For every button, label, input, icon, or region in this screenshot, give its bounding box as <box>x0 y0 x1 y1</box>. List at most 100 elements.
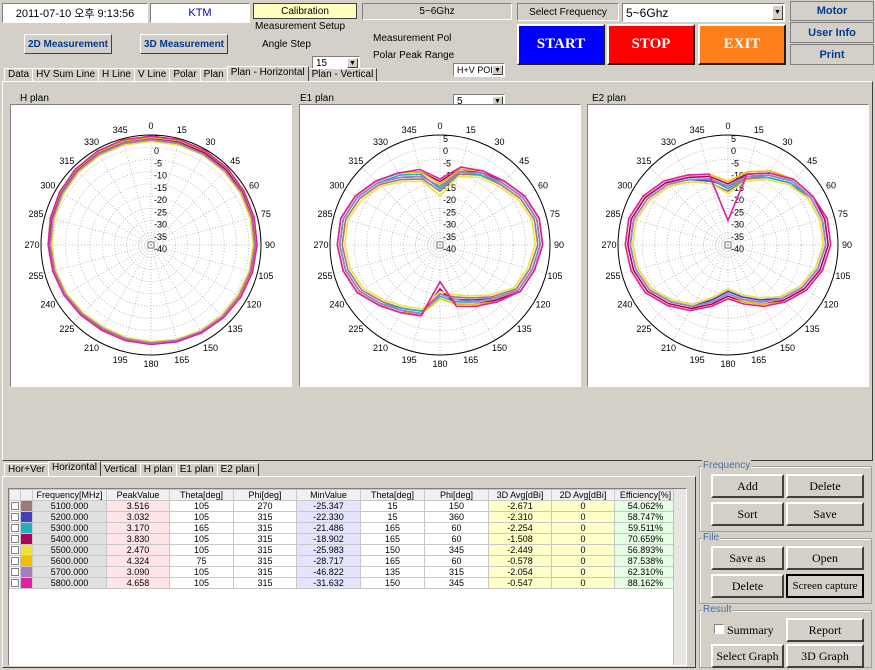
measurement-pol-combo[interactable]: H+V POL ▼ <box>453 63 505 77</box>
table-row[interactable]: 5200.000 3.032 105 315 -22.330 15 360 -2.310 0 58… <box>9 511 677 523</box>
table-row[interactable]: 5800.000 4.658 105 315 -31.632 150 345 -0.547 0 8… <box>9 577 677 589</box>
table-cell: 4.324 <box>106 555 170 567</box>
tab-plan-vertical[interactable]: Plan - Vertical <box>307 68 378 81</box>
table-row[interactable]: 5500.000 2.470 105 315 -25.983 150 345 -2.449 0 5… <box>9 544 677 556</box>
series-color-swatch <box>20 555 33 567</box>
chevron-down-icon[interactable]: ▼ <box>492 65 503 75</box>
angle-tick-label: 60 <box>249 181 259 191</box>
table-cell: -18.902 <box>296 533 361 545</box>
bottom-tab-e2-plan[interactable]: E2 plan <box>216 463 259 476</box>
tab-hv-sum-line[interactable]: HV Sum Line <box>32 68 100 81</box>
tab-v-line[interactable]: V Line <box>133 68 171 81</box>
row-checkbox[interactable] <box>9 533 21 545</box>
row-checkbox[interactable] <box>9 577 21 589</box>
table-cell: 88.162% <box>614 577 677 589</box>
radial-tick-label: 0 <box>731 146 736 156</box>
radial-tick-label: 5 <box>731 134 736 144</box>
tab-plan[interactable]: Plan <box>199 68 228 81</box>
table-cell: 105 <box>169 544 234 556</box>
bottom-tab-hor-ver[interactable]: Hor+Ver <box>4 463 49 476</box>
chevron-down-icon[interactable]: ▼ <box>772 5 783 20</box>
3d-measurement-button[interactable]: 3D Measurement <box>140 34 228 54</box>
table-row[interactable]: 5700.000 3.090 105 315 -46.822 135 315 -2.054 0 6… <box>9 566 677 578</box>
bottom-tab-horizontal[interactable]: Horizontal <box>47 461 101 476</box>
row-checkbox[interactable] <box>9 511 21 523</box>
column-header: Theta[deg] <box>360 489 425 501</box>
report-button[interactable]: Report <box>786 618 864 642</box>
table-row[interactable]: 5100.000 3.516 105 270 -25.347 15 150 -2.671 0 54… <box>9 500 677 512</box>
save-as-button[interactable]: Save as <box>711 546 784 570</box>
table-cell: 60 <box>424 522 489 534</box>
bottom-tab-h-plan[interactable]: H plan <box>139 463 177 476</box>
bottom-tab-vertical[interactable]: Vertical <box>100 463 141 476</box>
polar-spoke <box>122 244 152 352</box>
screen-capture-button[interactable]: Screen capture <box>786 574 864 598</box>
angle-tick-label: 75 <box>838 209 848 219</box>
table-cell: 105 <box>169 577 234 589</box>
angle-tick-label: 300 <box>40 181 55 191</box>
row-checkbox[interactable] <box>9 566 21 578</box>
angle-tick-label: 180 <box>432 359 447 369</box>
table-cell: 3.032 <box>106 511 170 523</box>
angle-tick-label: 90 <box>554 240 564 250</box>
bottom-tab-e1-plan[interactable]: E1 plan <box>175 463 218 476</box>
3d-graph-button[interactable]: 3D Graph <box>786 644 864 668</box>
sort-button[interactable]: Sort <box>711 502 784 526</box>
delete-file-button[interactable]: Delete <box>711 574 784 598</box>
table-cell: 315 <box>233 577 297 589</box>
polar-spoke <box>44 216 152 246</box>
column-header: Frequency[MHz] <box>32 489 107 501</box>
table-cell: 60 <box>424 533 489 545</box>
table-cell: 165 <box>169 522 234 534</box>
row-checkbox[interactable] <box>9 555 21 567</box>
table-row[interactable]: 5600.000 4.324 75 315 -28.717 165 60 -0.578 0 87.… <box>9 555 677 567</box>
table-scrollbar[interactable] <box>673 489 686 665</box>
select-graph-button[interactable]: Select Graph <box>711 644 784 668</box>
table-cell: 0 <box>551 544 615 556</box>
open-button[interactable]: Open <box>786 546 864 570</box>
radial-tick-label: -40 <box>154 244 167 254</box>
series-color-swatch <box>20 566 33 578</box>
series-color-swatch <box>20 511 33 523</box>
2d-measurement-button[interactable]: 2D Measurement <box>24 34 112 54</box>
tab-h-line[interactable]: H Line <box>98 68 135 81</box>
start-button[interactable]: START <box>517 24 605 65</box>
tab-plan-horizontal[interactable]: Plan - Horizontal <box>226 66 309 81</box>
angle-tick-label: 60 <box>826 181 836 191</box>
table-cell: 5200.000 <box>32 511 107 523</box>
polar-spoke <box>150 244 207 341</box>
radial-tick-label: -30 <box>443 220 456 230</box>
user-info-button[interactable]: User Info <box>790 22 874 43</box>
tab-data[interactable]: Data <box>4 68 34 81</box>
radial-tick-label: -40 <box>731 244 744 254</box>
summary-checkbox[interactable] <box>714 624 724 634</box>
table-cell: 5300.000 <box>32 522 107 534</box>
calibration-button[interactable]: Calibration <box>253 3 357 19</box>
table-cell: 5800.000 <box>32 577 107 589</box>
print-button[interactable]: Print <box>790 44 874 65</box>
polar-spoke <box>150 244 230 324</box>
tab-polar[interactable]: Polar <box>169 68 201 81</box>
table-cell: -1.508 <box>488 533 552 545</box>
exit-button[interactable]: EXIT <box>698 24 786 65</box>
select-frequency-combo[interactable]: 5~6Ghz ▼ <box>622 3 785 22</box>
angle-tick-label: 240 <box>617 300 632 310</box>
angle-tick-label: 255 <box>606 271 621 281</box>
add-button[interactable]: Add <box>711 474 784 498</box>
stop-button[interactable]: STOP <box>607 24 695 65</box>
row-checkbox[interactable] <box>9 544 21 556</box>
table-row[interactable]: 5300.000 3.170 165 315 -21.486 165 60 -2.254 0 59… <box>9 522 677 534</box>
angle-tick-label: 270 <box>313 240 328 250</box>
angle-tick-label: 270 <box>601 240 616 250</box>
table-cell: 315 <box>233 566 297 578</box>
row-checkbox[interactable] <box>9 522 21 534</box>
save-button[interactable]: Save <box>786 502 864 526</box>
motor-button[interactable]: Motor <box>790 1 874 21</box>
table-row[interactable]: 5400.000 3.830 105 315 -18.902 165 60 -1.508 0 70… <box>9 533 677 545</box>
row-checkbox[interactable] <box>9 500 21 512</box>
angle-tick-label: 180 <box>720 359 735 369</box>
table-cell: -2.449 <box>488 544 552 556</box>
angle-tick-label: 225 <box>348 324 363 334</box>
delete-frequency-button[interactable]: Delete <box>786 474 864 498</box>
angle-tick-label: 90 <box>265 240 275 250</box>
